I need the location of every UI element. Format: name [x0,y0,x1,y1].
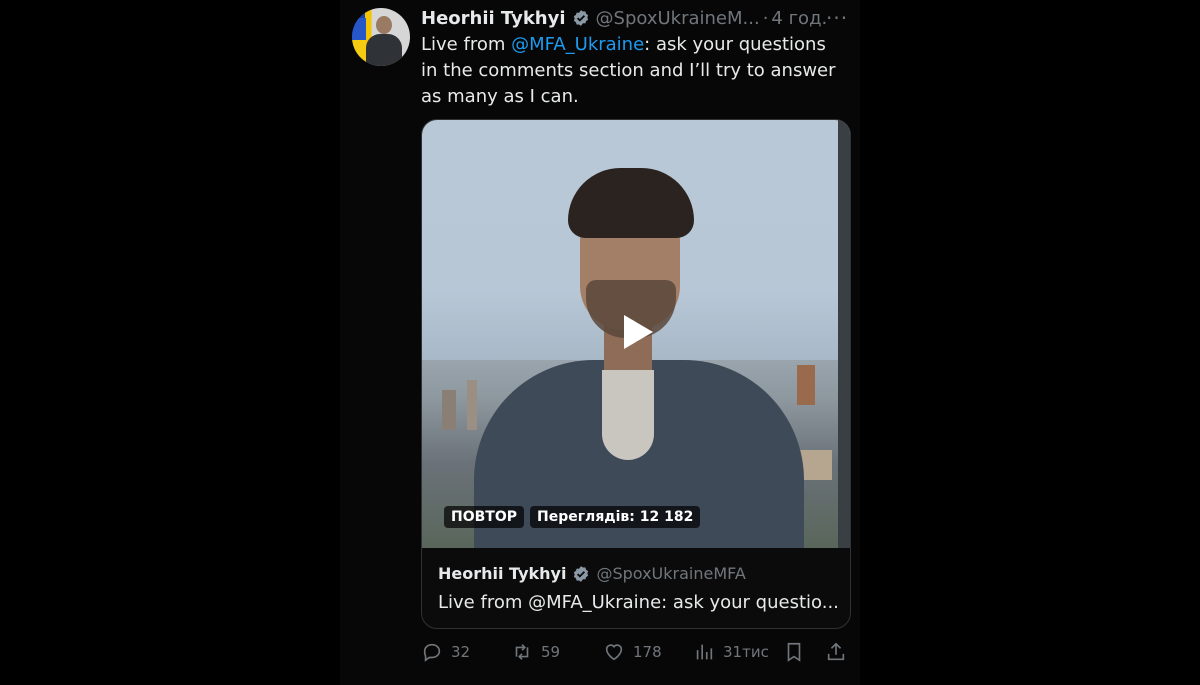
separator-dot: · [762,7,769,29]
bookmark-icon [787,642,801,662]
repost-icon [515,644,529,660]
tweet-text-prefix: Live from [421,34,512,55]
building [467,380,477,430]
replay-badge: ПОВТОР [444,506,525,528]
person-undershirt [602,370,654,460]
author-name[interactable]: Heorhii Tykhyi [421,8,566,29]
more-options-icon[interactable]: ··· [826,6,848,30]
mention-link[interactable]: @MFA_Ukraine [511,34,644,55]
video-card[interactable]: ПОВТОР Переглядів: 12 182 Heorhii Tykhyi… [421,119,851,629]
share-button[interactable] [825,638,847,666]
like-button[interactable]: 178 [603,638,662,666]
action-bar: 32 59 178 31тис [421,638,851,666]
quote-text: Live from @MFA_Ukraine: ask your questio… [438,592,839,613]
views-count: 31тис [723,643,769,661]
like-count: 178 [633,643,662,661]
person-hair [568,168,694,238]
quote-footer[interactable]: Heorhii Tykhyi @SpoxUkraineMFA Live from… [422,548,850,628]
quote-header: Heorhii Tykhyi @SpoxUkraineMFA [438,564,746,583]
views-button[interactable]: 31тис [693,638,769,666]
verified-badge-icon [573,10,588,26]
flag-blue-stripe [352,18,366,40]
share-icon [827,642,845,661]
timestamp[interactable]: 4 год. [771,8,827,29]
avatar[interactable] [352,8,410,66]
building [442,390,456,430]
play-icon[interactable] [618,312,658,352]
heart-icon [605,644,623,661]
verified-badge-icon [574,565,589,582]
avatar-person-head [376,16,392,34]
window-frame [838,120,850,548]
video-player[interactable]: ПОВТОР Переглядів: 12 182 [422,120,850,548]
building [797,365,815,405]
tweet-header: Heorhii Tykhyi @SpoxUkraineM... · 4 год. [421,6,851,30]
bookmark-button[interactable] [783,638,805,666]
reply-count: 32 [451,643,471,661]
reply-button[interactable]: 32 [421,638,470,666]
views-badge: Переглядів: 12 182 [530,506,701,528]
author-handle[interactable]: @SpoxUkraineM... [596,8,760,29]
quote-author-name: Heorhii Tykhyi [438,564,567,583]
repost-button[interactable]: 59 [511,638,560,666]
quote-handle: @SpoxUkraineMFA [596,564,746,583]
reply-icon [423,643,441,662]
flag-yellow-stripe [352,40,366,62]
repost-count: 59 [541,643,561,661]
video-badges: ПОВТОР Переглядів: 12 182 [444,506,701,528]
avatar-person-body [366,34,402,66]
analytics-icon [696,644,713,660]
tweet-text: Live from @MFA_Ukraine: ask your questio… [421,32,846,110]
